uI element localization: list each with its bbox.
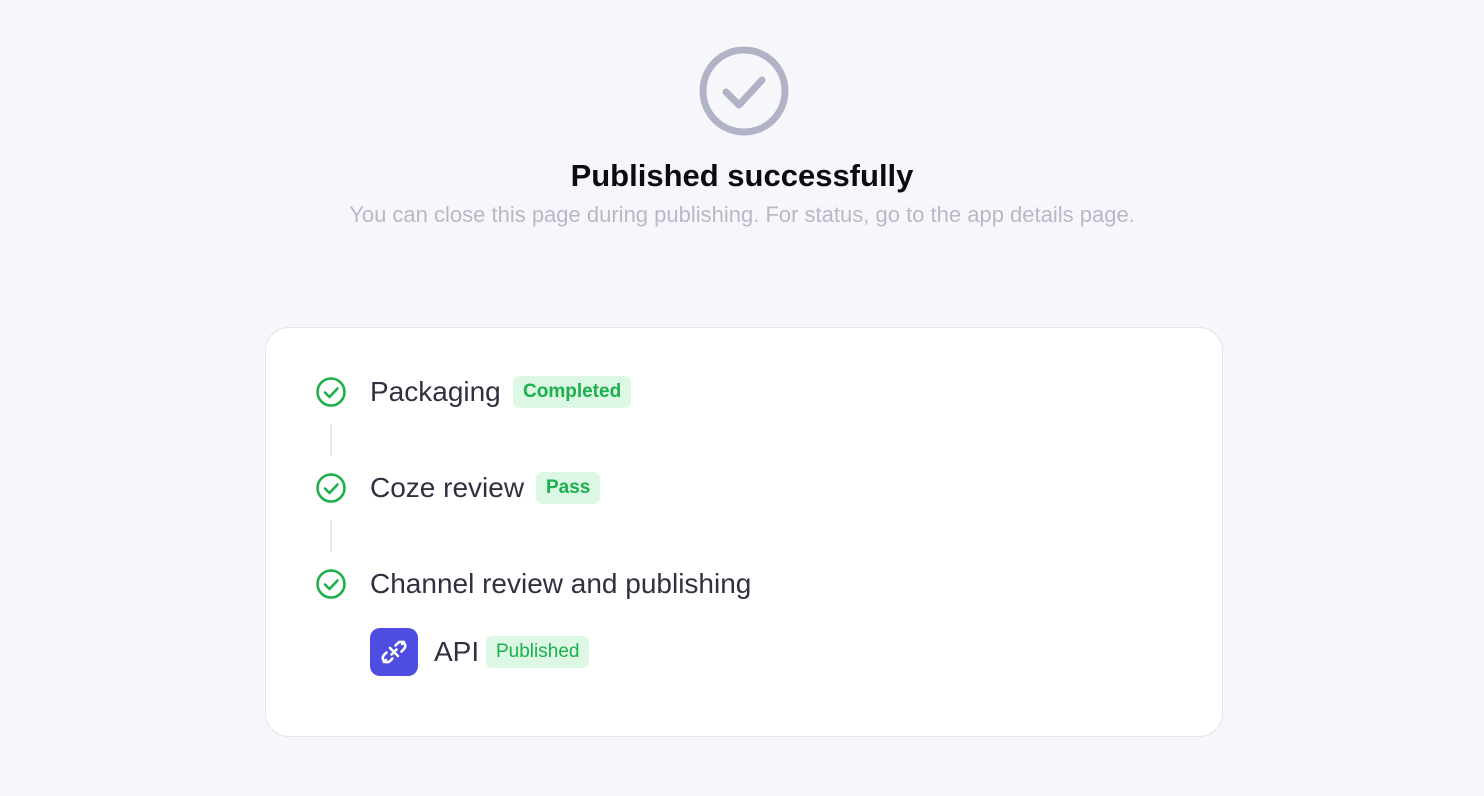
publish-result-page: Published successfully You can close thi… [0,0,1484,796]
page-subtitle: You can close this page during publishin… [349,202,1135,227]
step-connector [330,424,332,456]
channel-name: API [434,636,480,667]
link-icon [370,628,418,676]
check-circle-icon [316,473,346,503]
status-badge: Completed [513,376,632,408]
step-label-channel-review: Channel review and publishing [370,568,752,599]
step-label-packaging: Packaging [370,376,501,407]
link-icon [381,640,407,664]
check-circle-icon [316,569,346,599]
status-badge: Pass [536,472,601,504]
check-circle-icon [316,377,346,407]
publish-steps-card: Packaging Completed Coze review Pass Cha… [265,327,1223,737]
step-label-coze-review: Coze review [370,472,525,503]
check-circle-icon [699,46,789,136]
status-badge: Published [486,636,590,668]
page-title: Published successfully [570,158,914,193]
step-connector [330,520,332,552]
